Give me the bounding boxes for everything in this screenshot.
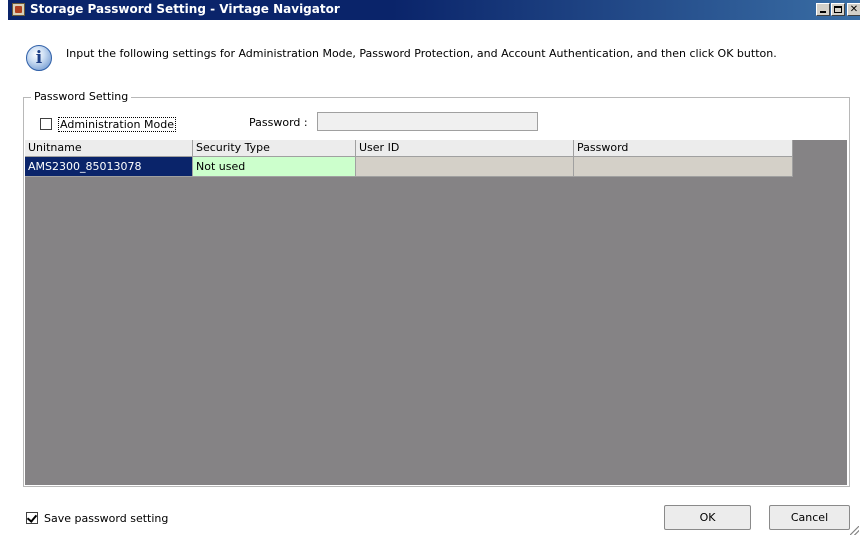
- password-label: Password :: [249, 116, 308, 129]
- resize-grip[interactable]: [850, 526, 859, 535]
- save-password-label[interactable]: Save password setting: [44, 512, 168, 525]
- cell-user-id[interactable]: [356, 157, 574, 177]
- password-input[interactable]: [317, 112, 538, 131]
- app-icon[interactable]: [12, 3, 25, 16]
- title-bar[interactable]: Storage Password Setting - Virtage Navig…: [8, 0, 860, 20]
- unit-grid[interactable]: Unitname Security Type User ID Password …: [25, 140, 847, 485]
- administration-mode-label[interactable]: Administration Mode: [58, 117, 176, 132]
- save-password-checkbox[interactable]: [26, 512, 38, 524]
- column-header-unitname[interactable]: Unitname: [25, 140, 193, 157]
- column-header-user-id[interactable]: User ID: [356, 140, 574, 157]
- cell-unitname[interactable]: AMS2300_85013078: [25, 157, 193, 177]
- cell-security-type[interactable]: Not used: [193, 157, 356, 177]
- info-icon: i: [26, 45, 52, 71]
- maximize-button[interactable]: [831, 3, 845, 16]
- cancel-button[interactable]: Cancel: [769, 505, 850, 530]
- window-title: Storage Password Setting - Virtage Navig…: [30, 2, 340, 16]
- cell-password[interactable]: [574, 157, 793, 177]
- column-header-security-type[interactable]: Security Type: [193, 140, 356, 157]
- column-header-password[interactable]: Password: [574, 140, 793, 157]
- ok-button[interactable]: OK: [664, 505, 751, 530]
- close-button[interactable]: ✕: [847, 3, 860, 16]
- administration-mode-checkbox[interactable]: [40, 118, 52, 130]
- minimize-button[interactable]: [816, 3, 830, 16]
- info-message: Input the following settings for Adminis…: [66, 47, 777, 60]
- group-legend: Password Setting: [31, 90, 132, 103]
